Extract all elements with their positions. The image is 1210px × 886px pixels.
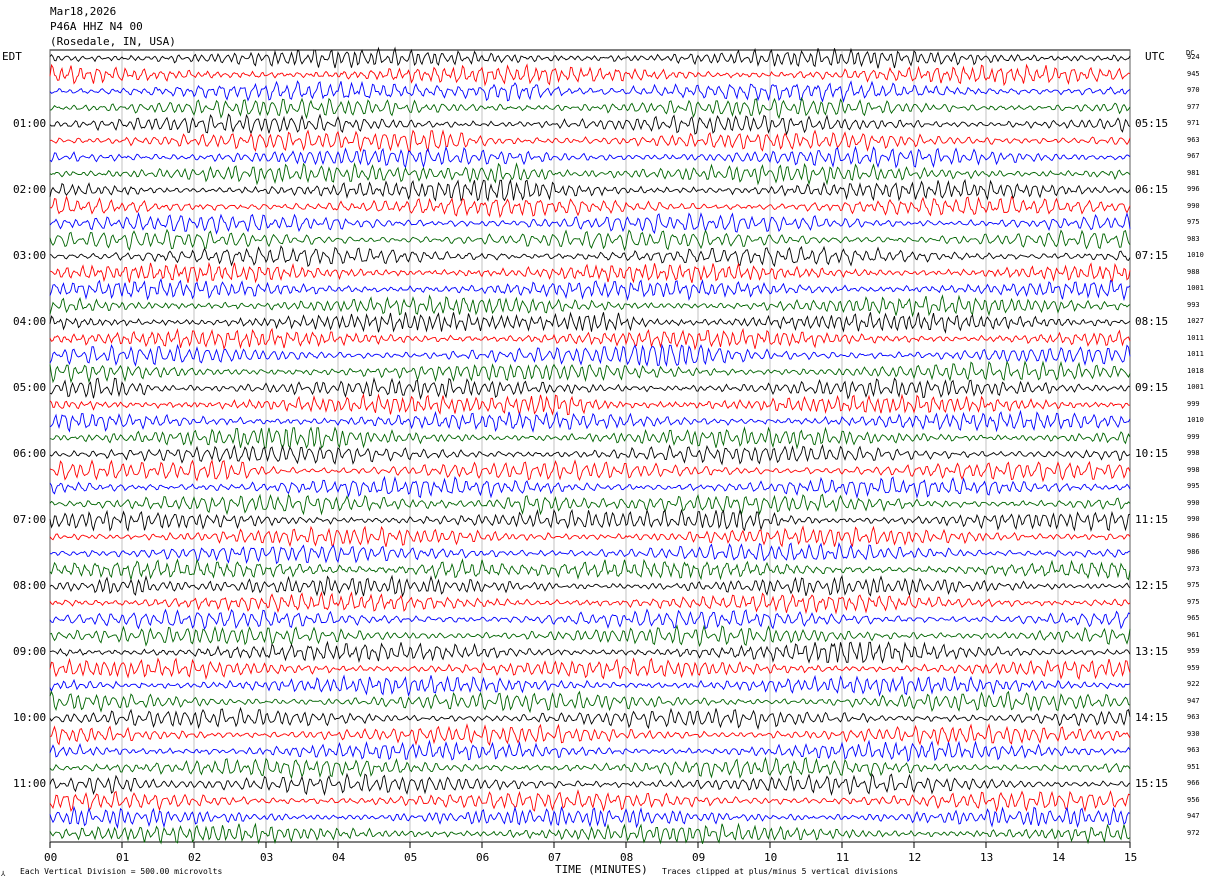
trace-17 (49, 311, 1131, 334)
trace-42 (49, 723, 1131, 747)
trace-21 (49, 377, 1131, 400)
trace-5 (49, 113, 1131, 136)
trace-23 (49, 409, 1131, 433)
trace-26 (49, 459, 1131, 483)
x-tick-label: 13 (980, 851, 994, 864)
x-tick-label: 10 (764, 851, 778, 864)
trace-32 (49, 558, 1131, 581)
x-tick-label: 03 (260, 851, 274, 864)
trace-34 (49, 591, 1131, 615)
trace-44 (49, 756, 1131, 780)
x-tick-label: 07 (548, 851, 562, 864)
trace-31 (49, 541, 1131, 565)
x-axis-title: TIME (MINUTES) (555, 863, 648, 876)
x-tick-label: 14 (1052, 851, 1066, 864)
x-tick-label: 15 (1124, 851, 1138, 864)
trace-40 (49, 690, 1131, 714)
trace-20 (49, 360, 1131, 384)
trace-45 (49, 772, 1131, 797)
trace-37 (49, 640, 1131, 664)
trace-30 (49, 525, 1131, 548)
trace-3 (49, 80, 1131, 103)
trace-4 (49, 96, 1131, 120)
trace-12 (49, 228, 1131, 252)
trace-46 (49, 789, 1131, 813)
trace-35 (49, 608, 1131, 631)
trace-7 (49, 145, 1131, 169)
trace-29 (49, 508, 1131, 533)
trace-24 (49, 426, 1131, 450)
x-tick-label: 01 (116, 851, 130, 864)
trace-27 (49, 475, 1131, 500)
trace-14 (49, 261, 1131, 284)
x-tick-label: 09 (692, 851, 706, 864)
minute-gridlines (49, 50, 1131, 842)
trace-13 (49, 245, 1131, 268)
trace-28 (49, 493, 1131, 516)
seismogram-plot (49, 46, 1131, 848)
trace-38 (49, 657, 1131, 681)
x-tick-label: 02 (188, 851, 202, 864)
trace-41 (49, 706, 1131, 730)
trace-8 (49, 162, 1131, 186)
trace-36 (49, 624, 1131, 648)
clipping-note: Traces clipped at plus/minus 5 vertical … (662, 867, 899, 876)
trace-33 (49, 574, 1131, 598)
x-tick-label: 05 (404, 851, 418, 864)
trace-1 (49, 46, 1131, 69)
x-tick-label: 04 (332, 851, 346, 864)
trace-39 (49, 674, 1131, 698)
x-tick-label: 06 (476, 851, 490, 864)
trace-18 (49, 327, 1131, 351)
trace-15 (49, 277, 1131, 302)
trace-2 (49, 63, 1131, 87)
trace-22 (49, 393, 1130, 416)
x-tick-label: 08 (620, 851, 634, 864)
trace-47 (49, 805, 1131, 829)
x-tick-label: 11 (836, 851, 850, 864)
vertical-division-note: Each Vertical Division = 500.00 microvol… (20, 867, 223, 876)
trace-10 (49, 195, 1131, 219)
trace-6 (49, 129, 1131, 153)
trace-43 (49, 739, 1131, 763)
corner-mark-icon: ⅄ (1, 870, 6, 878)
plot-frame (49, 49, 1131, 843)
trace-16 (49, 294, 1131, 318)
x-tick-label: 00 (44, 851, 58, 864)
x-axis-ticks (49, 842, 1131, 848)
seismic-traces (49, 46, 1131, 845)
trace-19 (49, 343, 1131, 368)
trace-11 (49, 211, 1131, 235)
x-tick-label: 12 (908, 851, 922, 864)
